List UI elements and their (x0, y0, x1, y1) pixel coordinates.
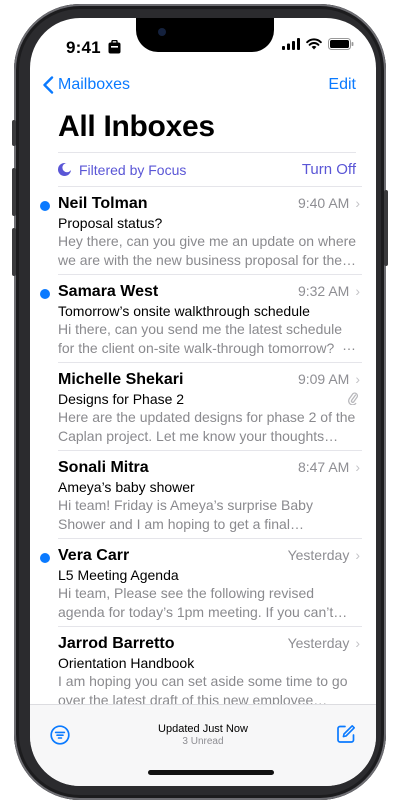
notch (136, 18, 274, 52)
turn-off-focus-button[interactable]: Turn Off (302, 161, 356, 178)
mail-time: 9:40 AM (297, 195, 350, 211)
unread-count: 3 Unread (182, 736, 224, 747)
mail-subject: Orientation Handbook (58, 655, 195, 671)
mail-preview: Here are the updated designs for phase 2… (58, 409, 356, 444)
home-indicator[interactable] (148, 770, 274, 775)
mail-sender: Jarrod Barretto (58, 635, 175, 652)
more-icon: … (342, 337, 356, 353)
mail-time: 8:47 AM (297, 459, 350, 475)
back-label: Mailboxes (58, 76, 131, 93)
moon-icon (58, 163, 71, 176)
edit-button[interactable]: Edit (328, 76, 356, 94)
mail-time: Yesterday (287, 635, 350, 651)
chevron-right-icon: › (355, 283, 360, 299)
battery-icon (328, 38, 354, 50)
mail-item-jarrod-barretto[interactable]: Jarrod Barretto Yesterday › Orientation H… (30, 626, 376, 714)
unread-dot (40, 289, 50, 299)
unread-dot (40, 553, 50, 563)
mail-item-samara-west[interactable]: Samara West 9:32 AM › Tomorrow’s onsite w… (30, 274, 376, 362)
chevron-right-icon: › (355, 635, 360, 651)
cellular-signal-icon (282, 38, 300, 50)
chevron-right-icon: › (355, 547, 360, 563)
mail-subject: Proposal status? (58, 215, 163, 231)
screen: 9:41 Mailboxes Edit All Inboxes Filtered… (30, 18, 376, 786)
mail-time: Yesterday (287, 547, 350, 563)
mail-subject: L5 Meeting Agenda (58, 567, 179, 583)
status-icons (282, 38, 354, 50)
update-status: Updated Just Now (158, 723, 248, 735)
chevron-right-icon: › (355, 459, 360, 475)
mail-time: 9:09 AM (297, 371, 350, 387)
paperclip-icon (348, 392, 358, 405)
camera (158, 28, 166, 36)
mute-switch (12, 120, 16, 146)
mail-preview: Hi team, Please see the following revise… (58, 585, 334, 620)
chevron-right-icon: › (355, 371, 360, 387)
status-time: 9:41 (66, 38, 121, 58)
mail-item-sonali-mitra[interactable]: Sonali Mitra 8:47 AM › Ameya’s baby showe… (30, 450, 376, 538)
mail-subject: Designs for Phase 2 (58, 391, 185, 407)
focus-filter-label: Filtered by Focus (58, 162, 186, 178)
mail-sender: Neil Tolman (58, 195, 148, 212)
chevron-right-icon: › (355, 195, 360, 211)
volume-up-button (12, 168, 16, 216)
focus-work-icon (108, 39, 121, 54)
power-button (384, 190, 388, 266)
mail-sender: Sonali Mitra (58, 459, 149, 476)
focus-label-text: Filtered by Focus (79, 161, 187, 178)
mail-preview: Hi team! Friday is Ameya’s surprise Baby… (58, 497, 313, 532)
wifi-icon (306, 38, 322, 50)
mail-time: 9:32 AM (297, 283, 350, 299)
compose-icon[interactable] (336, 724, 356, 744)
page-title: All Inboxes (58, 110, 215, 143)
mailbox-status: Updated Just Now 3 Unread (30, 723, 376, 747)
mail-sender: Samara West (58, 283, 159, 300)
mail-preview: Hey there, can you give me an update on … (58, 233, 357, 268)
volume-down-button (12, 228, 16, 276)
mailboxes-back-button[interactable]: Mailboxes (42, 76, 130, 94)
mail-item-michelle-shekari[interactable]: Michelle Shekari 9:09 AM › Designs for Ph… (30, 362, 376, 450)
mail-item-vera-carr[interactable]: Vera Carr Yesterday › L5 Meeting Agenda H… (30, 538, 376, 626)
mail-list: Neil Tolman 9:40 AM › Proposal status? He… (30, 186, 376, 714)
mail-preview: Hi there, can you send me the latest sch… (58, 321, 343, 356)
chevron-left-icon (43, 76, 54, 94)
mail-sender: Vera Carr (58, 547, 130, 564)
mail-sender: Michelle Shekari (58, 371, 184, 388)
focus-filter-row: Filtered by Focus Turn Off (58, 152, 356, 186)
mail-subject: Ameya’s baby shower (58, 479, 195, 495)
status-time-label: 9:41 (66, 38, 101, 57)
mail-item-neil-tolman[interactable]: Neil Tolman 9:40 AM › Proposal status? He… (30, 186, 376, 274)
mail-subject: Tomorrow’s onsite walkthrough schedule (58, 303, 310, 319)
unread-dot (40, 201, 50, 211)
